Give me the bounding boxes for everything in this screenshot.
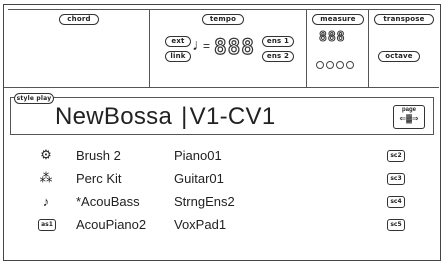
chord-label: chord [59, 14, 99, 25]
beat-indicators [316, 56, 356, 74]
beat-dot [316, 61, 324, 69]
style-variation: V1-CV1 [189, 103, 276, 130]
page-label: page [401, 107, 416, 113]
track-row-2[interactable]: ⁂ Perc Kit Guitar01 sc3 [38, 170, 408, 189]
style-play-label: style play [14, 93, 54, 104]
tempo-display: 888 [213, 35, 255, 59]
style-separator: | [181, 103, 188, 130]
style-name-display: NewBossa |V1-CV1 [55, 103, 275, 131]
measure-display: 888 [318, 30, 346, 45]
lcd-screen: chord tempo ext link ♩ = 888 ens 1 ens 2… [3, 4, 441, 261]
drum-kit-icon: ⚙ [40, 147, 52, 162]
track-tag: sc3 [387, 173, 405, 185]
first-tag: as1 [38, 219, 56, 231]
track-left-name: Perc Kit [76, 171, 122, 186]
track-tag: sc4 [387, 196, 405, 208]
style-name: NewBossa [55, 103, 173, 130]
track-row-3[interactable]: ♪ *AcouBass StrngEns2 sc4 [38, 194, 408, 212]
track-right-name: StrngEns2 [174, 194, 235, 209]
ens2-label: ens 2 [262, 51, 294, 62]
percussion-icon: ⁂ [39, 170, 53, 185]
top-divider [4, 87, 439, 88]
page-box[interactable]: page ⇐▓⇒ [393, 105, 425, 129]
measure-label: measure [312, 14, 364, 25]
beat-dot [346, 61, 354, 69]
track-tag: sc2 [387, 150, 405, 162]
track-left-name: Brush 2 [76, 148, 121, 163]
beat-dot [336, 61, 344, 69]
page-arrows-icon: ⇐▓⇒ [399, 114, 419, 123]
track-right-name: VoxPad1 [174, 217, 227, 232]
bass-guitar-icon: ♪ [42, 193, 50, 209]
divider-1 [149, 9, 150, 87]
beat-dot [326, 61, 334, 69]
track-tag: sc5 [387, 219, 405, 231]
link-label: link [165, 51, 191, 62]
track-left-name: AcouPiano2 [76, 217, 147, 232]
track-row-4[interactable]: as1 AcouPiano2 VoxPad1 sc5 [38, 217, 408, 235]
ens1-label: ens 1 [262, 36, 294, 47]
top-border-inner [8, 9, 435, 10]
ext-label: ext [165, 36, 191, 47]
track-right-name: Guitar01 [174, 171, 224, 186]
divider-2 [306, 9, 307, 87]
track-left-name: *AcouBass [76, 194, 140, 209]
track-row-1[interactable]: ⚙ Brush 2 Piano01 sc2 [38, 147, 408, 166]
track-right-name: Piano01 [174, 148, 222, 163]
divider-3 [368, 9, 369, 87]
style-name-bar: style play NewBossa |V1-CV1 page ⇐▓⇒ [10, 93, 434, 135]
tempo-label: tempo [202, 14, 244, 25]
transpose-label: transpose [374, 14, 434, 25]
octave-label: octave [378, 51, 420, 62]
equals-sign: = [203, 39, 211, 53]
